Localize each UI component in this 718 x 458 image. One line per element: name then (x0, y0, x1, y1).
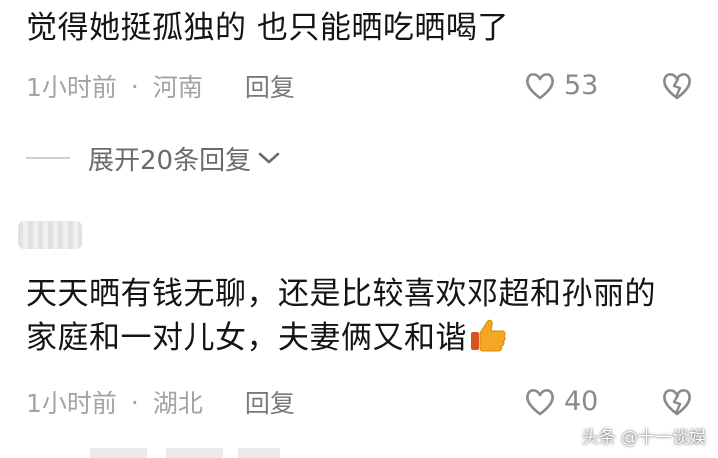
broken-heart-icon[interactable] (661, 386, 693, 418)
separator-dot: · (130, 71, 139, 101)
truncated-next-line (90, 448, 280, 458)
watermark: 头条 @十一谈娱 (581, 428, 706, 448)
comment-location: 河南 (152, 73, 203, 102)
thumbs-up-emoji-icon (471, 319, 506, 352)
comment-location: 湖北 (152, 389, 203, 418)
like-button[interactable]: 53 (524, 70, 598, 101)
username-blurred[interactable] (18, 218, 82, 252)
expand-replies-button[interactable]: 展开20条回复 (26, 136, 281, 180)
comment-text: 觉得她挺孤独的 也只能晒吃晒喝了 (26, 10, 509, 46)
reply-button[interactable]: 回复 (245, 384, 295, 420)
heart-outline-icon (526, 72, 554, 99)
comment-time: 1小时前 (26, 73, 117, 102)
chevron-down-icon (258, 152, 280, 164)
comment-time: 1小时前 (26, 389, 117, 418)
broken-heart-icon[interactable] (661, 70, 693, 102)
comment-text: 天天晒有钱无聊，还是比较喜欢邓超和孙丽的家庭和一对儿女，夫妻俩又和谐 (26, 272, 686, 360)
expand-replies-label: 展开20条回复 (88, 145, 252, 176)
heart-outline-icon (526, 388, 554, 415)
comment-body: 天天晒有钱无聊，还是比较喜欢邓超和孙丽的家庭和一对儿女，夫妻俩又和谐 (26, 276, 656, 356)
divider (26, 157, 70, 159)
blurred-username (18, 221, 82, 249)
separator-dot: · (130, 387, 139, 417)
like-count: 53 (564, 70, 599, 101)
like-count: 40 (564, 386, 599, 417)
like-button[interactable]: 40 (524, 386, 598, 417)
reply-button[interactable]: 回复 (245, 68, 295, 104)
